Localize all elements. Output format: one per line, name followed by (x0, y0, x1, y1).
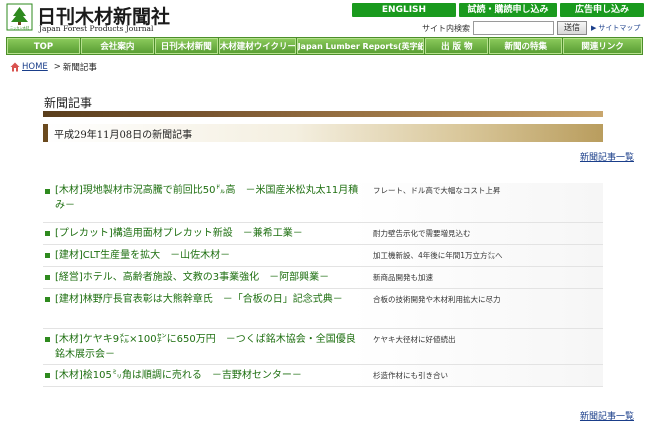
nav-item-related-links[interactable]: 関連リンク (563, 38, 643, 54)
home-icon (10, 62, 20, 72)
sitemap-label: サイトマップ (598, 24, 641, 32)
article-headline-link[interactable]: [木材]ケヤキ9㍍×100㌢に650万円 －つくば銘木協会・全国優良銘木展示会－ (55, 332, 365, 362)
search-input[interactable] (473, 21, 554, 35)
article-summary: ケヤキ大径材に好値続出 (373, 335, 456, 344)
site-search: サイト内検索 送信 ▶ サイトマップ (422, 21, 640, 35)
nav-item-weekly[interactable]: 木材建材ウイクリー (218, 38, 296, 54)
date-heading: 平成29年11月08日の新聞記事 (54, 129, 193, 141)
bullet-icon (45, 297, 50, 302)
article-summary: 合板の技術開発や木材利用拡大に尽力 (373, 295, 501, 304)
page-title: 新聞記事 (44, 96, 93, 110)
article-list-link-top[interactable]: 新聞記事一覧 (580, 150, 634, 163)
article-headline-link[interactable]: [木材]桧105㍉角は順調に売れる －吉野材センター－ (55, 368, 365, 383)
article-headline-link[interactable]: [経営]ホテル、高齢者施設、文教の3事業強化 －阿部興業－ (55, 270, 365, 285)
nav-item-publications[interactable]: 出 版 物 (425, 38, 489, 54)
article-headline-link[interactable]: [建材]林野庁長官表彰は大熊幹章氏 －「合板の日」記念式典－ (55, 292, 365, 307)
article-list: [木材]現地製材市況高騰で前回比50㌦高 －米国産米松丸太11月積み－ フレート… (43, 183, 603, 387)
article-summary: フレート、ドル高で大幅なコスト上昇 (373, 186, 501, 195)
list-item: [木材]現地製材市況高騰で前回比50㌦高 －米国産米松丸太11月積み－ フレート… (43, 183, 603, 223)
nav-item-company[interactable]: 会社案内 (80, 38, 154, 54)
main-nav: TOP 会社案内 日刊木材新聞 木材建材ウイクリー Japan Lumber R… (6, 37, 643, 55)
bullet-icon (45, 275, 50, 280)
article-headline-link[interactable]: [建材]CLT生産量を拡大 －山佐木材－ (55, 248, 365, 263)
breadcrumb-current: 新聞記事 (62, 63, 97, 73)
nav-item-features[interactable]: 新聞の特集 (489, 38, 563, 54)
article-summary: 耐力壁告示化で需要増見込む (373, 229, 471, 238)
site-logo[interactable]: ニッカン木材 日刊木材新聞社 Japan Forest Products Jou… (6, 3, 171, 33)
date-heading-banner: 平成29年11月08日の新聞記事 (43, 124, 603, 142)
article-summary: 新商品開発も加速 (373, 273, 433, 282)
list-item: [木材]桧105㍉角は順調に売れる －吉野材センター－ 杉造作材にも引き合い (43, 365, 603, 387)
logo-subtitle: Japan Forest Products Journal (39, 24, 154, 33)
bullet-icon (45, 231, 50, 236)
top-links: ENGLISH 試読・購読申し込み 広告申し込み (352, 3, 644, 17)
article-headline-link[interactable]: [プレカット]構造用面材プレカット新設 －兼希工業－ (55, 226, 365, 241)
trial-subscribe-button[interactable]: 試読・購読申し込み (459, 3, 557, 17)
english-button[interactable]: ENGLISH (352, 3, 456, 17)
article-list-link-bottom[interactable]: 新聞記事一覧 (580, 409, 634, 422)
nav-item-newspaper[interactable]: 日刊木材新聞 (154, 38, 218, 54)
nav-item-japan-lumber-reports[interactable]: Japan Lumber Reports(英字紙) (296, 38, 425, 54)
bullet-icon (45, 337, 50, 342)
list-item: [プレカット]構造用面材プレカット新設 －兼希工業－ 耐力壁告示化で需要増見込む (43, 223, 603, 245)
list-item: [木材]ケヤキ9㍍×100㌢に650万円 －つくば銘木協会・全国優良銘木展示会－… (43, 329, 603, 365)
bullet-icon (45, 253, 50, 258)
search-label: サイト内検索 (422, 23, 470, 33)
date-heading-bar (43, 124, 48, 142)
article-summary: 加工機新設、4年後に年間1万立方㍍へ (373, 251, 503, 260)
list-item: [経営]ホテル、高齢者施設、文教の3事業強化 －阿部興業－ 新商品開発も加速 (43, 267, 603, 289)
breadcrumb-separator: > (53, 62, 61, 72)
bullet-icon (45, 189, 50, 194)
sitemap-link[interactable]: ▶ サイトマップ (591, 23, 640, 33)
ad-application-button[interactable]: 広告申し込み (560, 3, 644, 17)
breadcrumb-home-link[interactable]: HOME (22, 62, 48, 72)
list-item: [建材]林野庁長官表彰は大熊幹章氏 －「合板の日」記念式典－ 合板の技術開発や木… (43, 289, 603, 329)
list-item: [建材]CLT生産量を拡大 －山佐木材－ 加工機新設、4年後に年間1万立方㍍へ (43, 245, 603, 267)
breadcrumb: HOME > 新聞記事 (10, 61, 97, 73)
search-submit-button[interactable]: 送信 (557, 21, 587, 35)
article-headline-link[interactable]: [木材]現地製材市況高騰で前回比50㌦高 －米国産米松丸太11月積み－ (55, 183, 365, 213)
nav-item-top[interactable]: TOP (7, 38, 80, 54)
bullet-icon (45, 373, 50, 378)
triangle-right-icon: ▶ (591, 24, 597, 32)
article-summary: 杉造作材にも引き合い (373, 371, 448, 380)
logo-mark-text: ニッカン木材 (10, 25, 30, 30)
title-rule (43, 111, 603, 117)
logo-mark-icon: ニッカン木材 (6, 3, 33, 31)
